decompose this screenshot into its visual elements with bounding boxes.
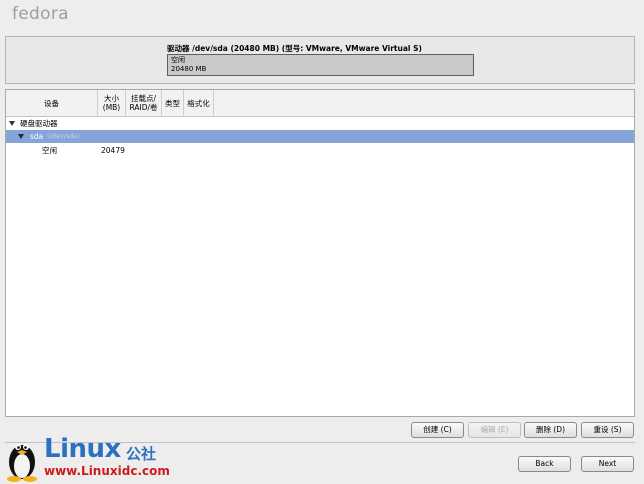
column-header-device[interactable]: 设备 <box>6 90 98 116</box>
create-button[interactable]: 创建 (C) <box>411 422 464 438</box>
disk-path: (/dev/sda) <box>47 132 80 140</box>
watermark-url: www.Linuxidc.com <box>44 464 170 478</box>
partition-table[interactable]: 设备 大小 (MB) 挂载点/ RAID/卷 类型 格式化 硬盘驱动器 sda … <box>5 89 635 417</box>
free-space-label: 空闲 <box>171 56 185 64</box>
column-header-format[interactable]: 格式化 <box>184 90 214 116</box>
row-device: 空闲 <box>42 146 57 155</box>
reset-button[interactable]: 重设 (S) <box>581 422 634 438</box>
linuxidc-watermark: Linux 公社 www.Linuxidc.com <box>4 434 184 482</box>
group-label: 硬盘驱动器 <box>20 119 58 128</box>
free-space-size: 20480 MB <box>171 65 207 73</box>
fedora-logo: fedora <box>12 4 69 24</box>
table-header: 设备 大小 (MB) 挂载点/ RAID/卷 类型 格式化 <box>6 90 634 117</box>
expander-down-icon[interactable] <box>18 134 24 139</box>
watermark-cn: 公社 <box>126 445 157 463</box>
table-row[interactable]: 空闲 20479 <box>6 144 634 157</box>
row-size: 20479 <box>101 146 125 155</box>
disk-name: sda <box>30 132 44 141</box>
drive-free-space-bar[interactable]: 空闲 20480 MB <box>167 54 474 76</box>
column-header-type[interactable]: 类型 <box>162 90 184 116</box>
column-header-size[interactable]: 大小 (MB) <box>98 90 126 116</box>
drive-panel: 驱动器 /dev/sda (20480 MB) (型号: VMware, VMw… <box>5 36 635 84</box>
tux-penguin-icon <box>7 444 37 482</box>
expander-down-icon[interactable] <box>9 121 15 126</box>
tree-row-disk-sda[interactable]: sda (/dev/sda) <box>6 130 634 143</box>
back-button[interactable]: Back <box>518 456 571 472</box>
edit-button[interactable]: 编辑 (E) <box>468 422 521 438</box>
tree-row-hard-drives[interactable]: 硬盘驱动器 <box>6 117 634 130</box>
drive-title: 驱动器 /dev/sda (20480 MB) (型号: VMware, VMw… <box>167 44 422 53</box>
watermark-title: Linux <box>44 434 121 464</box>
next-button[interactable]: Next <box>581 456 634 472</box>
delete-button[interactable]: 删除 (D) <box>524 422 577 438</box>
column-header-mountpoint[interactable]: 挂载点/ RAID/卷 <box>126 90 162 116</box>
